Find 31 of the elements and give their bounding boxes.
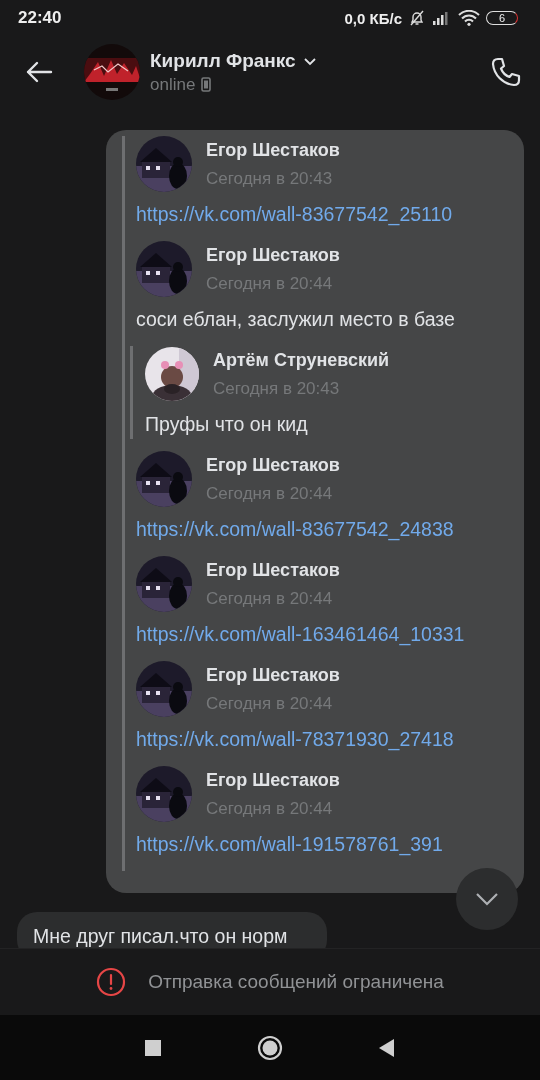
phone-icon[interactable] [490, 56, 522, 88]
author-name[interactable]: Егор Шестаков [206, 244, 340, 266]
muted-bell-icon [408, 9, 426, 27]
author-name[interactable]: Егор Шестаков [206, 664, 340, 686]
online-status: online [150, 74, 196, 95]
message-text: Пруфы что он кид [145, 412, 309, 437]
author-name[interactable]: Егор Шестаков [206, 139, 340, 161]
chevron-down-icon[interactable] [302, 55, 317, 66]
message-text: соси еблан, заслужил место в базе [136, 307, 456, 332]
mobile-phone-icon [201, 77, 212, 92]
message-link[interactable]: https://vk.com/wall-78371930_27418 [136, 725, 512, 754]
clock-time: 22:40 [18, 8, 62, 28]
author-name[interactable]: Артём Струневский [213, 349, 390, 371]
recents-icon[interactable] [144, 1038, 162, 1057]
warning-icon [96, 967, 127, 997]
message-text: Мне друг писал.что он норм [33, 925, 288, 947]
chevron-down-icon [475, 892, 499, 906]
back-icon[interactable] [378, 1037, 396, 1058]
message-link[interactable]: https://vk.com/wall-163461464_10331 [136, 620, 512, 649]
message-link[interactable]: https://vk.com/wall-83677542_24838 [136, 515, 512, 544]
message-link[interactable]: https://vk.com/wall-83677542_25110 [136, 200, 512, 229]
network-speed: 0,0 КБ/с [344, 9, 402, 27]
back-arrow-icon[interactable] [25, 60, 53, 84]
message-link[interactable]: https://vk.com/wall-191578761_391 [136, 830, 512, 859]
author-name[interactable]: Егор Шестаков [206, 454, 340, 476]
author-name[interactable]: Егор Шестаков [206, 769, 340, 791]
author-name[interactable]: Егор Шестаков [206, 559, 340, 581]
restriction-notice: Отправка сообщений ограничена [148, 971, 444, 993]
contact-name[interactable]: Кирилл Франкс [150, 49, 296, 72]
home-icon[interactable] [257, 1034, 283, 1061]
wifi-icon [458, 10, 480, 26]
